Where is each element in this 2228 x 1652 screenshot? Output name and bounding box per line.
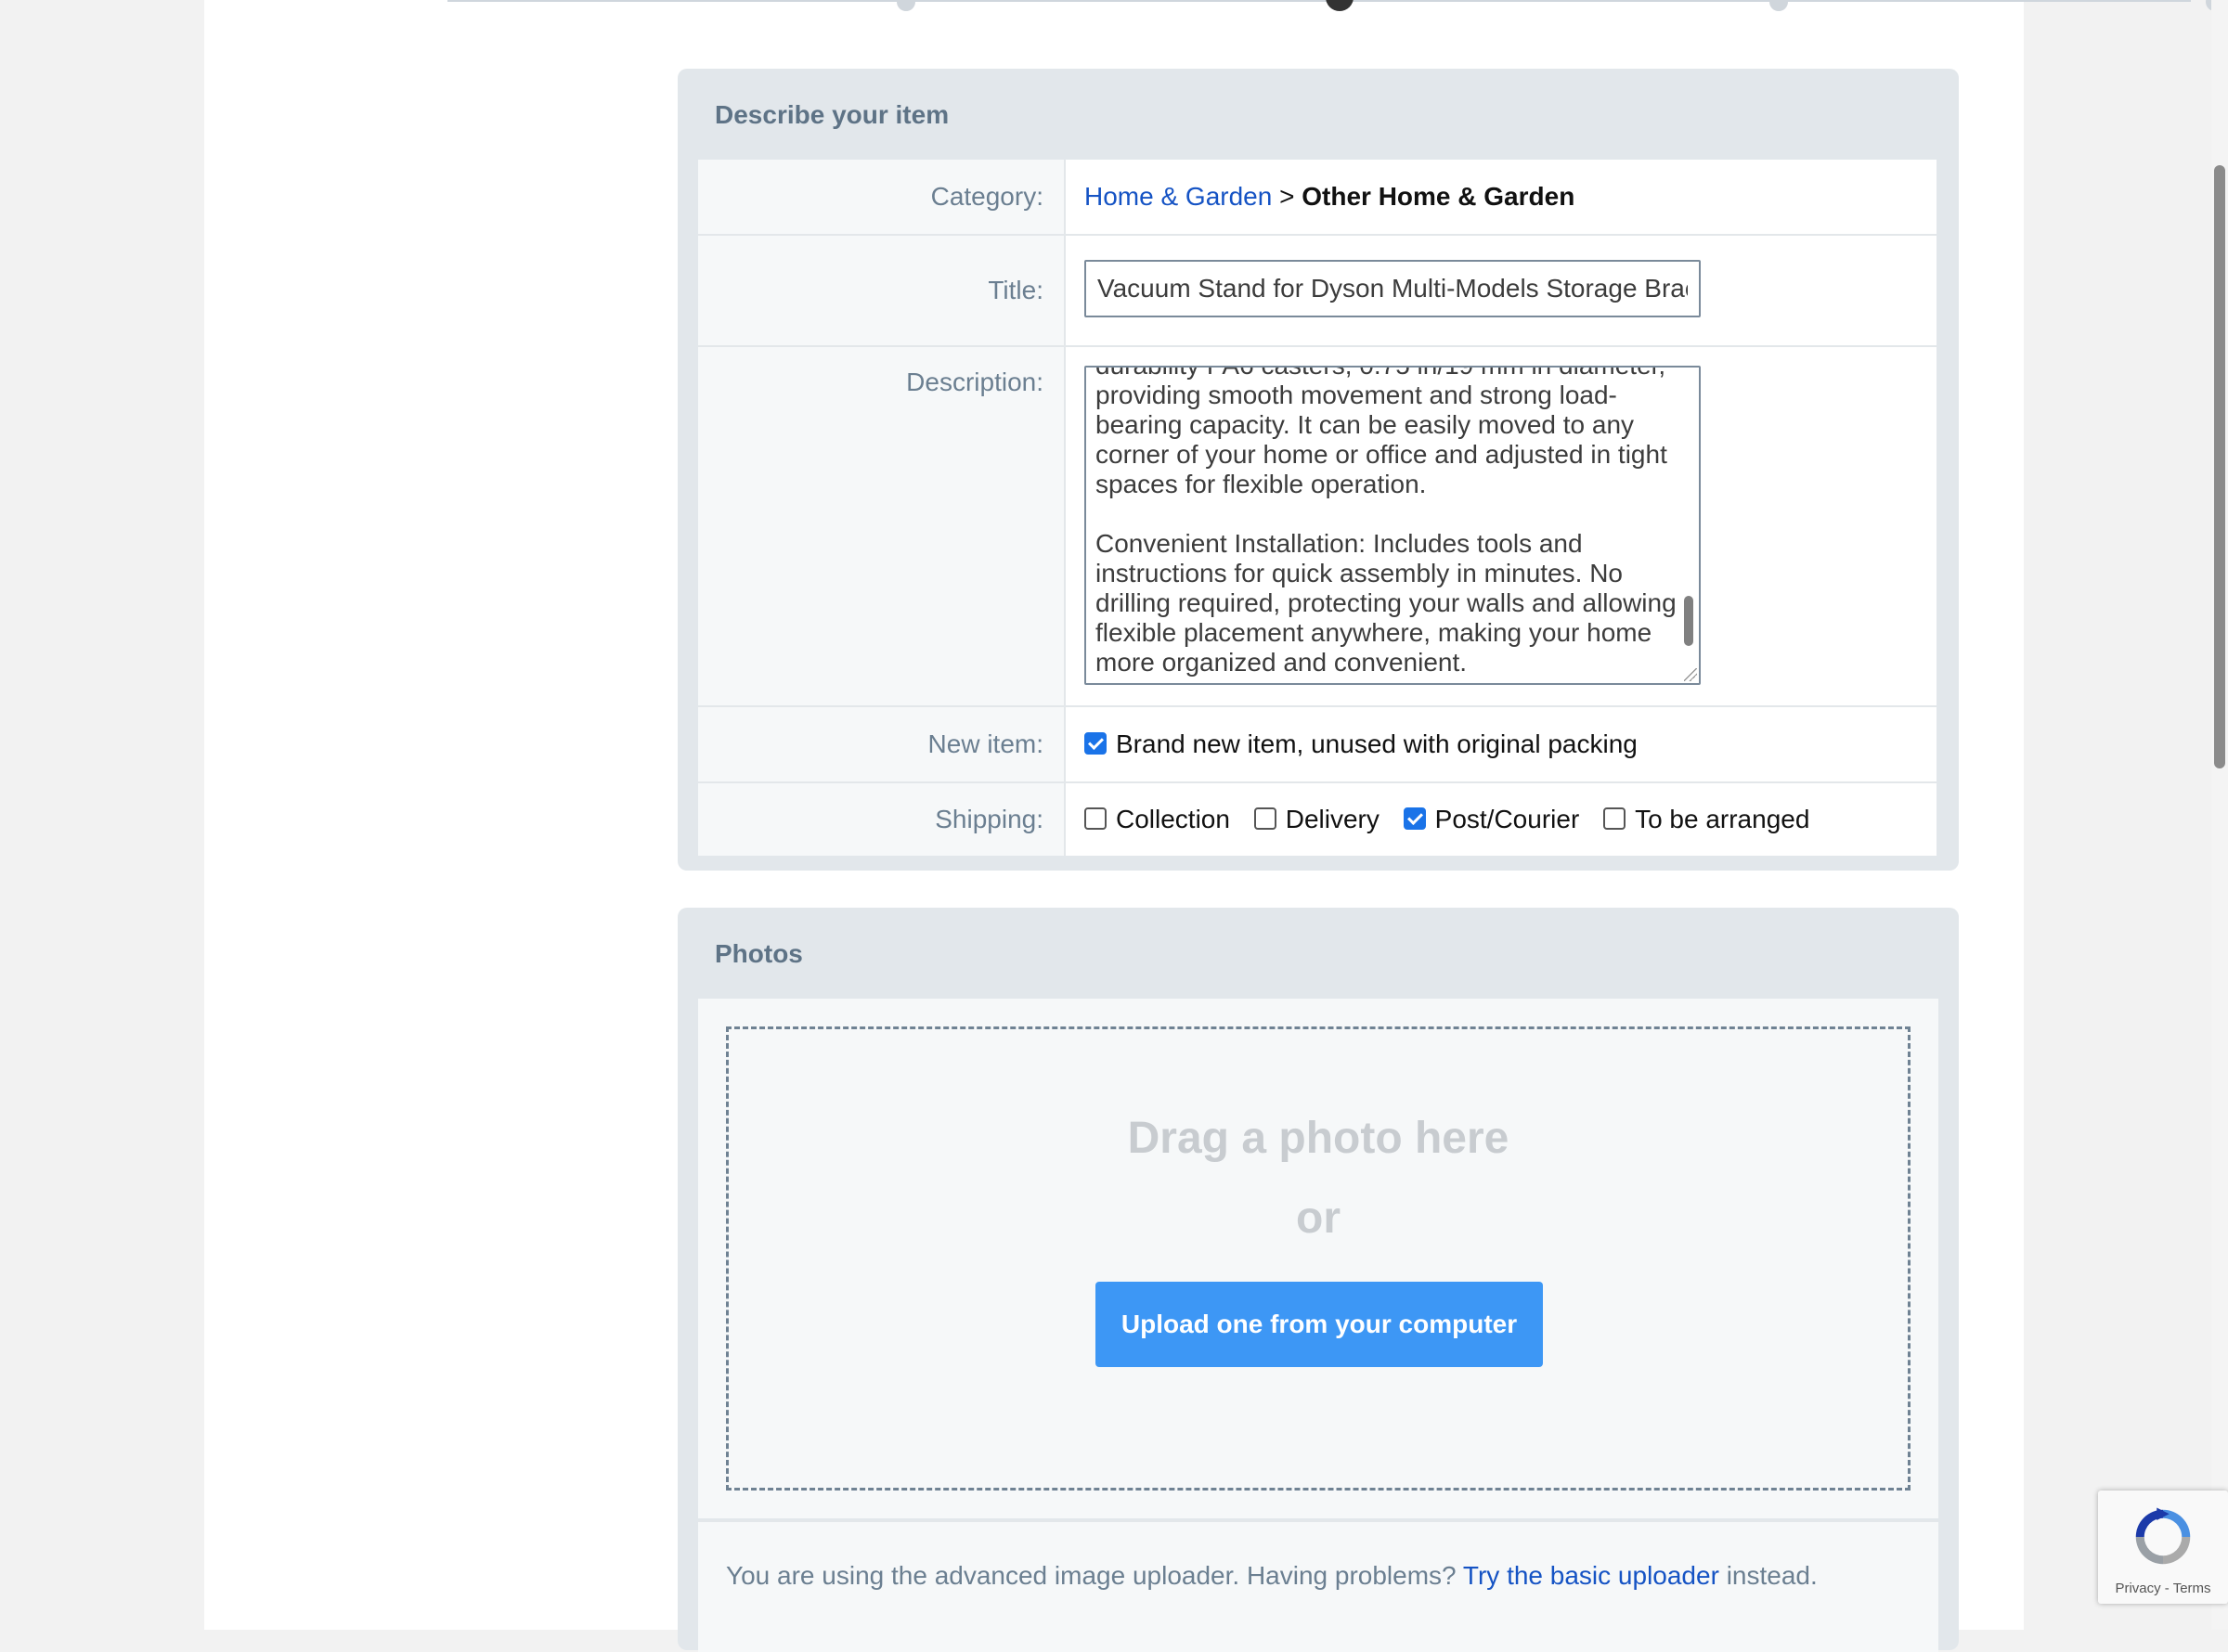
recaptcha-privacy-link[interactable]: Privacy bbox=[2115, 1581, 2160, 1596]
new-item-value: Brand new item, unused with original pac… bbox=[1066, 707, 1937, 781]
category-child: Other Home & Garden bbox=[1302, 182, 1575, 211]
description-value-cell: durability PA6 casters, 0.75 in/19 mm in… bbox=[1066, 347, 1937, 705]
progress-step-dot bbox=[897, 0, 915, 11]
progress-steps bbox=[447, 0, 2224, 11]
new-item-checkbox[interactable] bbox=[1084, 731, 1107, 755]
progress-step-dot bbox=[1769, 0, 1788, 11]
category-value: Home & Garden > Other Home & Garden bbox=[1066, 160, 1937, 234]
recaptcha-links: Privacy - Terms bbox=[2098, 1581, 2228, 1596]
shipping-row: Shipping: Collection Delivery Post/Couri… bbox=[698, 783, 1937, 856]
shipping-option-to-be-arranged[interactable]: To be arranged bbox=[1603, 783, 1809, 856]
delivery-label: Delivery bbox=[1285, 805, 1380, 833]
basic-uploader-link[interactable]: Try the basic uploader bbox=[1463, 1561, 1719, 1590]
to-be-arranged-label: To be arranged bbox=[1635, 805, 1810, 833]
shipping-label: Shipping: bbox=[698, 783, 1066, 856]
description-row: Description: durability PA6 casters, 0.7… bbox=[698, 347, 1937, 707]
title-input[interactable] bbox=[1084, 260, 1701, 317]
note-suffix: instead. bbox=[1726, 1561, 1818, 1590]
upload-button[interactable]: Upload one from your computer bbox=[1095, 1282, 1543, 1367]
shipping-options: Collection Delivery Post/Courier To be a… bbox=[1066, 783, 1937, 856]
shipping-option-post-courier[interactable]: Post/Courier bbox=[1403, 783, 1580, 856]
new-item-row: New item: Brand new item, unused with or… bbox=[698, 707, 1937, 783]
title-value-cell bbox=[1066, 236, 1937, 345]
photos-upload-area: Drag a photo here or Upload one from you… bbox=[698, 999, 1938, 1518]
shipping-option-delivery[interactable]: Delivery bbox=[1253, 783, 1380, 856]
description-text: durability PA6 casters, 0.75 in/19 mm in… bbox=[1095, 368, 1677, 677]
recaptcha-terms-link[interactable]: Terms bbox=[2173, 1581, 2211, 1596]
title-label: Title: bbox=[698, 236, 1066, 345]
resize-handle-icon[interactable] bbox=[1684, 668, 1697, 681]
category-parent-link[interactable]: Home & Garden bbox=[1084, 182, 1272, 211]
post-courier-checkbox[interactable] bbox=[1403, 807, 1426, 830]
new-item-label: New item: bbox=[698, 707, 1066, 781]
shipping-option-collection[interactable]: Collection bbox=[1084, 783, 1230, 856]
uploader-note-text: You are using the advanced image uploade… bbox=[726, 1561, 1818, 1591]
photo-dropzone[interactable]: Drag a photo here or Upload one from you… bbox=[726, 1026, 1911, 1491]
describe-panel-title: Describe your item bbox=[715, 100, 950, 129]
photos-panel: Photos Drag a photo here or Upload one f… bbox=[678, 908, 1959, 1652]
page-scrollbar[interactable] bbox=[2211, 0, 2228, 1630]
photos-panel-title: Photos bbox=[715, 939, 803, 968]
collection-checkbox[interactable] bbox=[1084, 807, 1107, 830]
category-label: Category: bbox=[698, 160, 1066, 234]
page-container: Describe your item Category: Home & Gard… bbox=[204, 0, 2224, 1652]
delivery-checkbox[interactable] bbox=[1253, 807, 1276, 830]
title-row: Title: bbox=[698, 236, 1937, 347]
recaptcha-separator: - bbox=[2164, 1581, 2170, 1596]
post-courier-label: Post/Courier bbox=[1434, 805, 1580, 833]
category-row: Category: Home & Garden > Other Home & G… bbox=[698, 160, 1937, 236]
description-label: Description: bbox=[698, 347, 1066, 705]
describe-form: Category: Home & Garden > Other Home & G… bbox=[698, 160, 1937, 856]
progress-step-current bbox=[1326, 0, 1354, 11]
category-separator: > bbox=[1279, 182, 1295, 211]
page-scrollbar-thumb[interactable] bbox=[2214, 165, 2225, 768]
collection-label: Collection bbox=[1116, 805, 1230, 833]
description-textarea[interactable]: durability PA6 casters, 0.75 in/19 mm in… bbox=[1084, 366, 1701, 685]
uploader-note: You are using the advanced image uploade… bbox=[698, 1520, 1938, 1652]
description-scrollbar[interactable] bbox=[1684, 596, 1693, 646]
recaptcha-icon bbox=[2135, 1507, 2191, 1565]
new-item-text: Brand new item, unused with original pac… bbox=[1116, 729, 1638, 758]
or-text: or bbox=[1296, 1194, 1341, 1243]
drag-photo-text: Drag a photo here bbox=[1127, 1114, 1509, 1163]
note-prefix: You are using the advanced image uploade… bbox=[726, 1561, 1457, 1590]
to-be-arranged-checkbox[interactable] bbox=[1603, 807, 1626, 830]
recaptcha-badge[interactable]: Privacy - Terms bbox=[2098, 1491, 2228, 1604]
describe-item-panel: Describe your item Category: Home & Gard… bbox=[678, 69, 1959, 871]
